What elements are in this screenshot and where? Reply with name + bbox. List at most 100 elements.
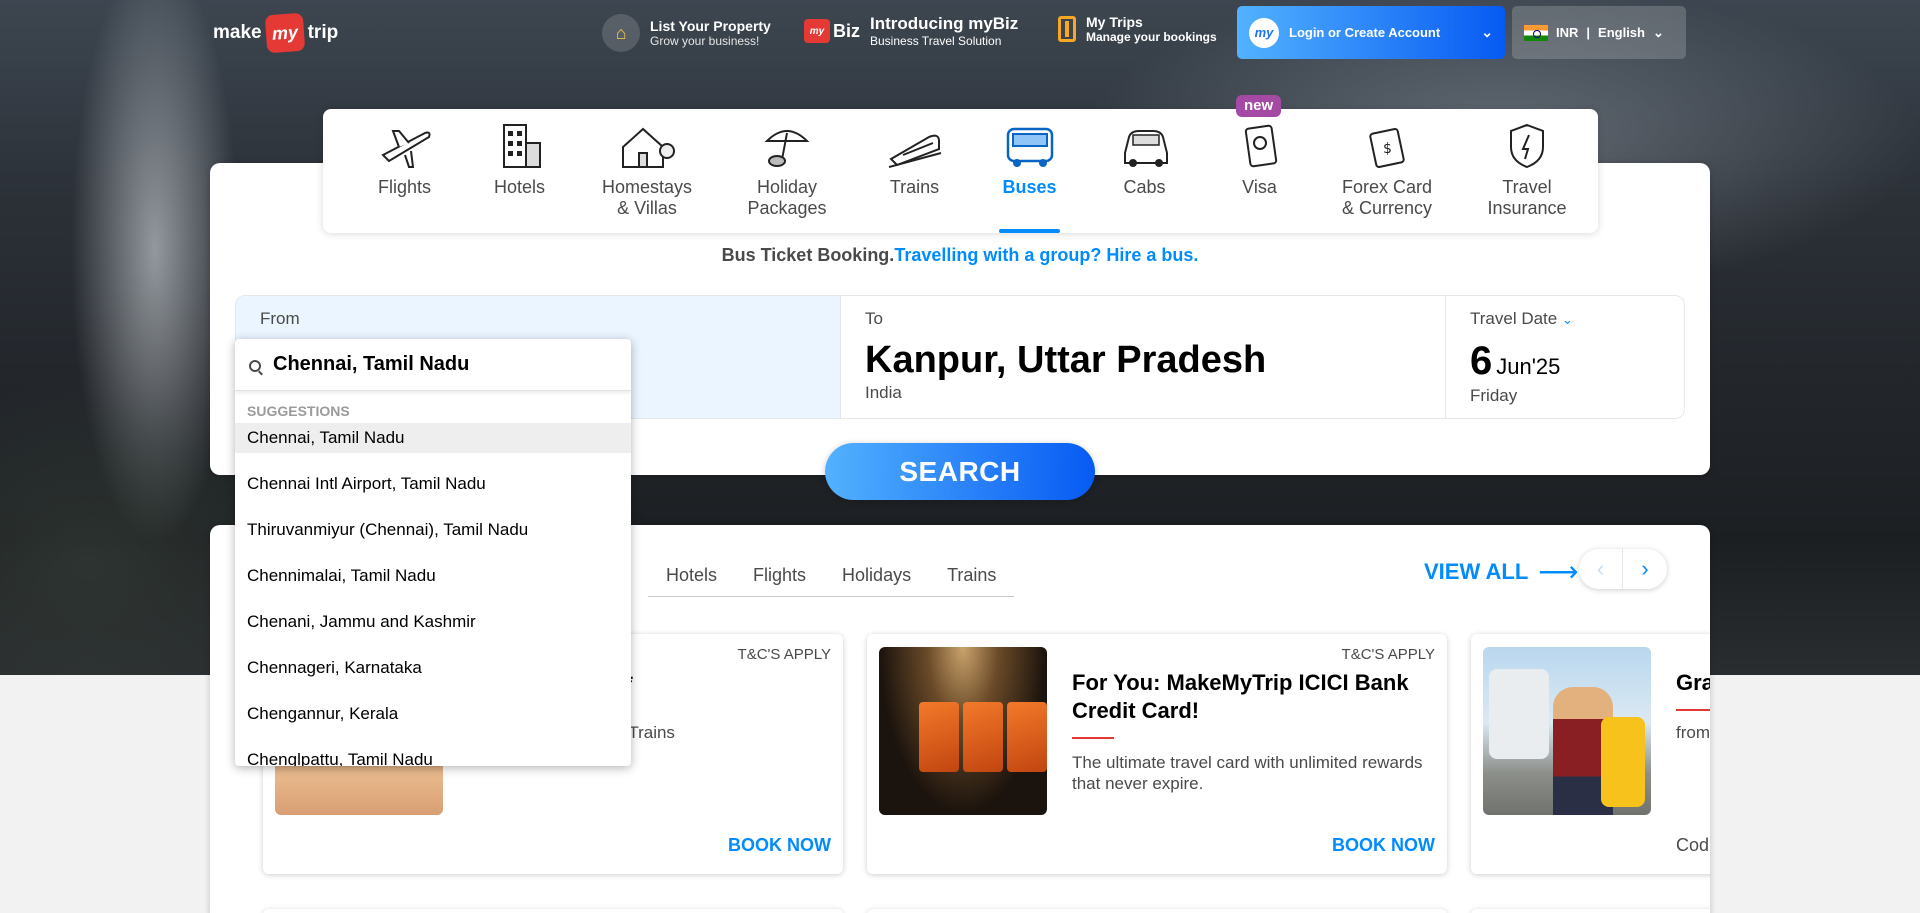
- nav-label: Holiday: [756, 177, 818, 197]
- offer-divider: [1072, 737, 1114, 739]
- tc-apply: T&C'S APPLY: [1341, 646, 1435, 663]
- from-label: From: [260, 309, 300, 328]
- nav-label: Flights: [377, 177, 431, 197]
- from-search-box: [235, 339, 631, 391]
- tagline-text: Bus Ticket Booking.: [721, 245, 895, 265]
- suggestion-item[interactable]: Chennimalai, Tamil Nadu: [235, 553, 631, 599]
- nav-cabs[interactable]: Cabs: [1087, 109, 1202, 233]
- offer-card[interactable]: [263, 909, 843, 913]
- nav-forex[interactable]: $ Forex Card & Currency: [1317, 109, 1457, 233]
- to-city: Kanpur, Uttar Pradesh: [865, 339, 1267, 381]
- nav-label: Forex Card: [1341, 177, 1433, 197]
- suggestion-item[interactable]: Chennai Intl Airport, Tamil Nadu: [235, 461, 631, 507]
- suggestion-item[interactable]: Thiruvanmiyur (Chennai), Tamil Nadu: [235, 507, 631, 553]
- tab-hotels[interactable]: Hotels: [648, 565, 735, 586]
- mybiz-title: Introducing myBiz: [870, 14, 1019, 33]
- beach-umbrella-icon: [764, 130, 810, 167]
- travel-date-label: Travel Date: [1470, 309, 1558, 328]
- language-label: English: [1598, 25, 1645, 40]
- chevron-left-icon[interactable]: ‹: [1579, 549, 1623, 589]
- book-now-button[interactable]: BOOK NOW: [728, 835, 831, 856]
- suggestion-item[interactable]: Chennai, Tamil Nadu: [235, 423, 631, 453]
- tc-apply: T&C'S APPLY: [737, 646, 831, 663]
- briefcase-icon: my: [804, 19, 830, 43]
- suggestion-item[interactable]: Chenglpattu, Tamil Nadu: [235, 737, 631, 766]
- logo-badge: my: [264, 12, 305, 54]
- from-suggestions-dropdown: SUGGESTIONS Chennai, Tamil Nadu Chennai …: [235, 339, 631, 766]
- my-trips-link[interactable]: My Trips Manage your bookings: [1058, 14, 1217, 44]
- makemytrip-logo[interactable]: make my trip: [213, 12, 339, 54]
- nav-label: Buses: [1002, 177, 1057, 197]
- search-button[interactable]: SEARCH: [825, 443, 1095, 500]
- mmt-avatar-icon: my: [1249, 17, 1279, 48]
- logo-text-trip: trip: [307, 22, 339, 43]
- nav-buses[interactable]: Buses: [972, 109, 1087, 233]
- nav-label-line2: & Villas: [617, 198, 677, 218]
- suggestion-item[interactable]: Chenani, Jammu and Kashmir: [235, 599, 631, 645]
- arrow-right-icon: ⟶: [1538, 556, 1579, 587]
- offer-card[interactable]: [1471, 909, 1710, 913]
- offer-card[interactable]: T&C'S APPLY For You: MakeMyTrip ICICI Ba…: [867, 634, 1447, 874]
- svg-text:$: $: [1383, 141, 1392, 157]
- travel-date-month: Jun'25: [1496, 354, 1561, 379]
- from-search-input[interactable]: [273, 353, 603, 376]
- login-label: Login or Create Account: [1289, 25, 1441, 40]
- offer-card[interactable]: [867, 909, 1447, 913]
- locale-separator: |: [1586, 25, 1591, 40]
- nav-label: Cabs: [1123, 177, 1166, 197]
- view-all-label: VIEW ALL: [1424, 558, 1529, 584]
- travel-date-field[interactable]: Travel Date ⌄ 6 Jun'25 Friday: [1446, 296, 1684, 418]
- nav-label: Hotels: [493, 177, 546, 197]
- nav-label-line2: Insurance: [1487, 198, 1567, 218]
- product-nav: Flights Hotels Homestays & Villas Holida…: [323, 95, 1598, 233]
- tab-flights[interactable]: Flights: [735, 565, 824, 586]
- nav-hotels[interactable]: Hotels: [462, 109, 577, 233]
- chevron-down-icon: ⌄: [1561, 312, 1573, 327]
- nav-label-line2: Packages: [747, 198, 827, 218]
- india-flag-icon: [1524, 24, 1548, 41]
- nav-holiday-packages[interactable]: Holiday Packages: [717, 109, 857, 233]
- mybiz-link[interactable]: my Biz Introducing myBiz Business Travel…: [804, 14, 1018, 48]
- nav-visa[interactable]: new Visa: [1202, 95, 1317, 233]
- tab-trains[interactable]: Trains: [929, 565, 1014, 586]
- new-badge: new: [1236, 95, 1282, 117]
- suitcase-icon: [1058, 16, 1076, 42]
- offers-tabs: Hotels Flights Holidays Trains: [648, 565, 1015, 597]
- suggestion-item[interactable]: Chennageri, Karnataka: [235, 645, 631, 691]
- login-button[interactable]: my Login or Create Account ⌄: [1237, 6, 1505, 59]
- offer-card[interactable]: Gra from Cod: [1471, 634, 1710, 874]
- book-now-button[interactable]: BOOK NOW: [1332, 835, 1435, 856]
- offer-title: For You: MakeMyTrip ICICI Bank Credit Ca…: [1072, 670, 1409, 723]
- hotel-icon: [502, 124, 541, 168]
- currency-language-selector[interactable]: INR | English ⌄: [1512, 6, 1686, 59]
- list-property-title: List Your Property: [650, 18, 771, 34]
- suggestion-item[interactable]: Chengannur, Kerala: [235, 691, 631, 737]
- train-icon: [888, 134, 941, 168]
- list-property-subtitle: Grow your business!: [650, 34, 760, 48]
- hire-bus-link[interactable]: Travelling with a group? Hire a bus.: [894, 245, 1198, 265]
- nav-homestays[interactable]: Homestays & Villas: [577, 109, 717, 233]
- nav-label: Travel: [1502, 177, 1552, 197]
- list-property-link[interactable]: ⌂ List Your Property Grow your business!: [602, 14, 771, 52]
- passport-icon: [1244, 124, 1277, 168]
- nav-trains[interactable]: Trains: [857, 109, 972, 233]
- bus-tagline: Bus Ticket Booking.Travelling with a gro…: [210, 245, 1710, 266]
- airplane-icon: [380, 130, 430, 168]
- to-label: To: [865, 309, 883, 328]
- tab-holidays[interactable]: Holidays: [824, 565, 929, 586]
- chevron-right-icon[interactable]: ›: [1623, 549, 1667, 589]
- offers-pager: ‹ ›: [1579, 549, 1667, 589]
- chevron-down-icon: ⌄: [1652, 24, 1664, 40]
- forex-icon: $: [1369, 128, 1405, 168]
- to-country: India: [865, 383, 902, 402]
- homestay-icon: [622, 127, 675, 168]
- nav-travel-insurance[interactable]: Travel Insurance: [1457, 109, 1597, 233]
- travel-date-weekday: Friday: [1470, 386, 1518, 405]
- chevron-down-icon: ⌄: [1481, 24, 1493, 40]
- offer-description: The ultimate travel card with unlimited …: [1072, 753, 1423, 793]
- mybiz-logo-text: Biz: [833, 20, 860, 41]
- nav-flights[interactable]: Flights: [347, 109, 462, 233]
- view-all-link[interactable]: VIEW ALL ⟶: [1424, 555, 1578, 588]
- to-field[interactable]: To Kanpur, Uttar Pradesh India: [841, 296, 1446, 418]
- currency-label: INR: [1556, 25, 1579, 40]
